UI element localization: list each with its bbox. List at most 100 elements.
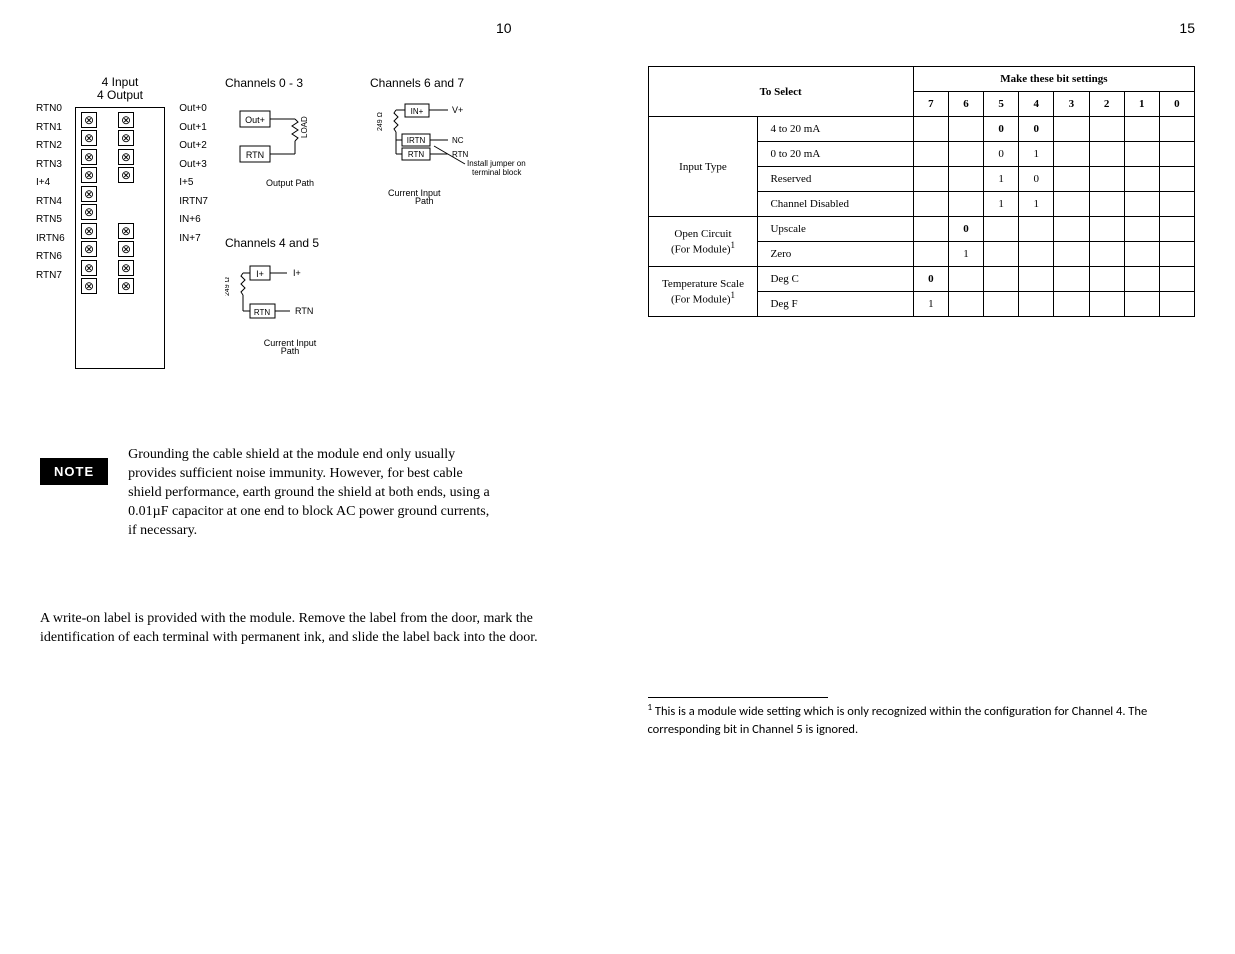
svg-text:RTN: RTN (254, 308, 271, 317)
bit-cell: 1 (1019, 192, 1054, 217)
ch45-sublabel2: Path (225, 346, 355, 356)
svg-text:IN+: IN+ (411, 107, 424, 116)
option-label: Deg C (758, 267, 913, 292)
tb-header-2: 4 Output (97, 88, 143, 102)
bit-cell (984, 217, 1019, 242)
bit-header: 7 (913, 92, 948, 117)
bit-cell (1159, 192, 1194, 217)
svg-text:IRTN: IRTN (407, 136, 426, 145)
bit-cell: 0 (984, 117, 1019, 142)
table-row: Open Circuit (For Module)1Upscale0 (648, 217, 1195, 242)
bit-cell (1124, 167, 1159, 192)
bit-cell: 1 (984, 167, 1019, 192)
option-label: 0 to 20 mA (758, 142, 913, 167)
svg-text:V+: V+ (452, 105, 463, 115)
wiring-diagram: 4 Input 4 Output RTN0 RTN1 RTN2 RTN3 I+4… (40, 66, 588, 406)
bit-cell (913, 167, 948, 192)
tb-header-1: 4 Input (102, 75, 139, 89)
ch67-circuit-icon: IN+ V+ 249 Ω IRTN NC RTN RTN (370, 96, 540, 186)
group-label: Open Circuit (For Module)1 (648, 217, 758, 267)
bit-cell (913, 142, 948, 167)
bit-header: 5 (984, 92, 1019, 117)
bit-cell (1019, 217, 1054, 242)
bit-cell (1019, 292, 1054, 317)
bit-cell (1159, 217, 1194, 242)
bit-cell (1124, 217, 1159, 242)
bit-cell (1159, 292, 1194, 317)
option-label: Deg F (758, 292, 913, 317)
bit-cell: 1 (913, 292, 948, 317)
bit-cell (1159, 117, 1194, 142)
bit-cell: 1 (1019, 142, 1054, 167)
bit-cell (1089, 292, 1124, 317)
bit-cell (1089, 167, 1124, 192)
bit-cell (1054, 117, 1089, 142)
bit-cell (1054, 142, 1089, 167)
bit-cell (1159, 242, 1194, 267)
bit-cell (984, 292, 1019, 317)
bit-settings-table: To Select Make these bit settings 765432… (648, 66, 1196, 317)
table-row: Temperature Scale (For Module)1Deg C0 (648, 267, 1195, 292)
group-label: Temperature Scale (For Module)1 (648, 267, 758, 317)
bit-cell: 1 (984, 192, 1019, 217)
page-number-left: 10 (420, 20, 588, 36)
svg-text:Out+: Out+ (245, 115, 265, 125)
bit-header: 2 (1089, 92, 1124, 117)
bit-cell (948, 142, 983, 167)
bit-cell (948, 117, 983, 142)
bit-header: 0 (1159, 92, 1194, 117)
bit-cell (1089, 117, 1124, 142)
ch03-sublabel: Output Path (225, 178, 355, 188)
svg-text:terminal block: terminal block (472, 168, 522, 177)
bit-cell (948, 192, 983, 217)
bit-header: 4 (1019, 92, 1054, 117)
table-row: Input Type4 to 20 mA00 (648, 117, 1195, 142)
bit-cell (1054, 167, 1089, 192)
tb-left-labels: RTN0 RTN1 RTN2 RTN3 I+4 RTN4 RTN5 IRTN6 … (36, 100, 65, 285)
bit-cell (1054, 192, 1089, 217)
bit-cell (1089, 142, 1124, 167)
page-number-right: 15 (648, 20, 1196, 36)
bit-cell: 0 (984, 142, 1019, 167)
bit-header: 6 (948, 92, 983, 117)
svg-text:RTN: RTN (246, 150, 264, 160)
option-label: 4 to 20 mA (758, 117, 913, 142)
to-select-header: To Select (648, 67, 913, 117)
bit-settings-header: Make these bit settings (913, 67, 1194, 92)
bit-cell: 1 (948, 242, 983, 267)
bit-cell (913, 192, 948, 217)
svg-text:NC: NC (452, 136, 464, 145)
bit-cell (1159, 167, 1194, 192)
bit-cell (1159, 142, 1194, 167)
group-label: Input Type (648, 117, 758, 217)
note-text: Grounding the cable shield at the module… (128, 446, 498, 540)
svg-text:Install jumper on: Install jumper on (467, 159, 526, 168)
bit-cell: 0 (913, 267, 948, 292)
ch03-title: Channels 0 - 3 (225, 76, 355, 90)
tb-right-labels: Out+0 Out+1 Out+2 Out+3 I+5 IRTN7 IN+6 I… (179, 100, 208, 248)
bit-cell (984, 267, 1019, 292)
ch45-circuit-icon: I+ I+ 249 Ω RTN RTN (225, 256, 345, 336)
bit-cell (1019, 267, 1054, 292)
bit-cell (1089, 242, 1124, 267)
bit-cell (984, 242, 1019, 267)
ch67-title: Channels 6 and 7 (370, 76, 540, 90)
bit-cell (1124, 192, 1159, 217)
bit-cell (1124, 292, 1159, 317)
bit-cell: 0 (1019, 117, 1054, 142)
svg-text:249 Ω: 249 Ω (225, 277, 231, 296)
bit-cell (948, 267, 983, 292)
bit-cell (948, 292, 983, 317)
bit-cell (1054, 217, 1089, 242)
bit-cell: 0 (1019, 167, 1054, 192)
note-badge: NOTE (40, 458, 108, 485)
bit-cell (913, 242, 948, 267)
ch45-title: Channels 4 and 5 (225, 236, 355, 250)
bit-cell (1124, 117, 1159, 142)
bit-header: 1 (1124, 92, 1159, 117)
option-label: Upscale (758, 217, 913, 242)
ch03-circuit-icon: Out+ LOAD RTN (225, 96, 335, 176)
bit-cell (1124, 242, 1159, 267)
svg-text:RTN: RTN (295, 306, 313, 316)
bit-cell (1054, 292, 1089, 317)
